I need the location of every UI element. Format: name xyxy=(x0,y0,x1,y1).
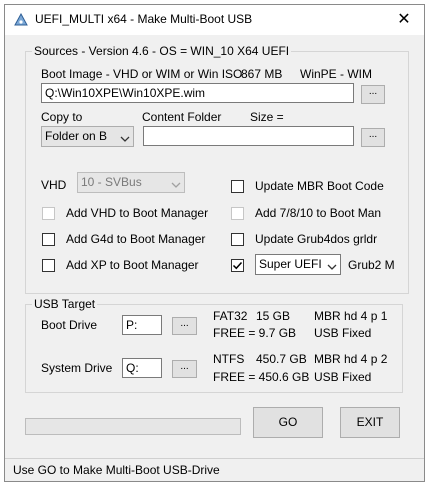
status-bar: Use GO to Make Multi-Boot USB-Drive xyxy=(5,458,424,481)
system-mbr: MBR hd 4 p 2 xyxy=(314,352,388,366)
boot-size: 15 GB xyxy=(256,309,291,323)
boot-mbr: MBR hd 4 p 1 xyxy=(314,309,388,323)
grub2-label: Grub2 M xyxy=(348,258,395,272)
system-usb: USB Fixed xyxy=(314,370,372,384)
vhd-value: 10 - SVBus xyxy=(81,175,142,189)
go-button[interactable]: GO xyxy=(253,407,323,438)
system-free: FREE = 450.6 GB xyxy=(213,370,310,384)
boot-image-size: 867 MB xyxy=(241,67,283,81)
add-xp-label: Add XP to Boot Manager xyxy=(66,258,199,272)
copy-to-value: Folder on B xyxy=(45,129,108,143)
update-mbr-checkbox[interactable] xyxy=(231,180,244,193)
system-drive-field[interactable]: Q: xyxy=(122,358,162,378)
boot-drive-browse-button[interactable]: ... xyxy=(172,317,197,335)
vhd-select[interactable]: 10 - SVBus xyxy=(77,172,185,193)
title-bar: UEFI_MULTI x64 - Make Multi-Boot USB ✕ xyxy=(5,5,424,36)
system-size: 450.7 GB xyxy=(256,352,307,366)
boot-free: FREE = 9.7 GB xyxy=(213,326,297,340)
app-icon xyxy=(14,12,28,27)
add-g4d-checkbox[interactable] xyxy=(42,233,55,246)
checkmark-icon xyxy=(232,261,243,270)
content-folder-field[interactable] xyxy=(143,126,354,146)
status-text: Use GO to Make Multi-Boot USB-Drive xyxy=(13,463,220,477)
boot-usb: USB Fixed xyxy=(314,326,372,340)
boot-image-path-field[interactable]: Q:\Win10XPE\Win10XPE.wim xyxy=(41,83,354,103)
sources-legend: Sources - Version 4.6 - OS = WIN_10 X64 … xyxy=(32,44,292,58)
add-7810-label: Add 7/8/10 to Boot Man xyxy=(255,206,382,220)
uefi-select[interactable]: Super UEFI xyxy=(255,254,341,275)
uefi-value: Super UEFI xyxy=(259,257,322,271)
window-title: UEFI_MULTI x64 - Make Multi-Boot USB xyxy=(35,12,253,26)
exit-button[interactable]: EXIT xyxy=(340,407,400,438)
add-g4d-label: Add G4d to Boot Manager xyxy=(66,232,206,246)
chevron-down-icon xyxy=(120,132,130,142)
system-fs: NTFS xyxy=(213,352,245,366)
boot-image-type: WinPE - WIM xyxy=(300,67,372,81)
system-drive-browse-button[interactable]: ... xyxy=(172,360,197,378)
update-grub4dos-checkbox[interactable] xyxy=(231,233,244,246)
content-folder-browse-button[interactable]: ... xyxy=(361,128,385,147)
boot-image-browse-button[interactable]: ... xyxy=(361,85,385,104)
content-folder-label: Content Folder xyxy=(142,110,222,124)
progress-bar xyxy=(25,418,241,435)
app-window: UEFI_MULTI x64 - Make Multi-Boot USB ✕ S… xyxy=(4,4,425,482)
usb-target-legend: USB Target xyxy=(32,297,98,311)
vhd-label: VHD xyxy=(41,178,67,192)
add-vhd-checkbox[interactable] xyxy=(42,207,55,220)
boot-drive-label: Boot Drive xyxy=(41,318,98,332)
chevron-down-icon xyxy=(327,260,337,270)
uefi-checkbox[interactable] xyxy=(231,259,244,272)
add-vhd-label: Add VHD to Boot Manager xyxy=(66,206,209,220)
add-xp-checkbox[interactable] xyxy=(42,259,55,272)
boot-drive-field[interactable]: P: xyxy=(122,315,162,335)
close-icon[interactable]: ✕ xyxy=(384,5,424,35)
add-7810-checkbox[interactable] xyxy=(231,207,244,220)
copy-to-label: Copy to xyxy=(41,110,83,124)
boot-fs: FAT32 xyxy=(213,309,248,323)
update-grub4dos-label: Update Grub4dos grldr xyxy=(255,232,378,246)
update-mbr-label: Update MBR Boot Code xyxy=(255,179,384,193)
chevron-down-icon xyxy=(171,178,181,188)
system-drive-label: System Drive xyxy=(41,361,113,375)
copy-to-select[interactable]: Folder on B xyxy=(41,126,134,147)
size-label: Size = xyxy=(250,110,284,124)
boot-image-label: Boot Image - VHD or WIM or Win ISO xyxy=(41,67,243,81)
